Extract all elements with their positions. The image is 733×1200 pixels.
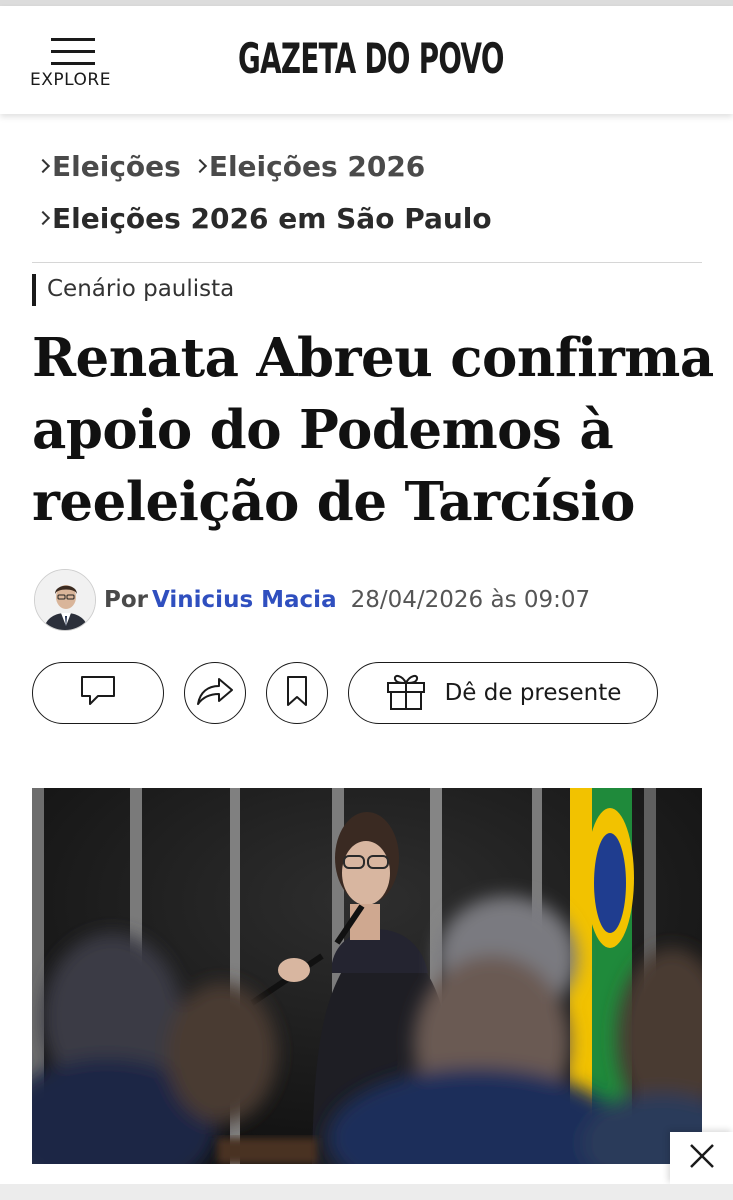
explore-menu-button[interactable]: EXPLORE — [22, 28, 122, 98]
share-button[interactable] — [184, 662, 246, 724]
headline-line: Renata Abreu confirma — [32, 327, 714, 389]
breadcrumb: Eleições Eleições 2026 Eleições 2026 em … — [32, 144, 702, 248]
article-photo — [32, 788, 702, 1164]
breadcrumb-item-eleicoes[interactable]: Eleições — [52, 150, 181, 183]
divider — [32, 262, 702, 263]
share-icon — [195, 675, 235, 712]
headline-line: apoio do Podemos à — [32, 399, 614, 461]
breadcrumb-item-eleicoes-2026[interactable]: Eleições 2026 — [209, 150, 425, 183]
publish-date: 28/04/2026 às 09:07 — [350, 587, 591, 613]
article-headline: Renata Abreu confirma apoio do Podemos à… — [32, 322, 714, 538]
site-header: EXPLORE GAZETA DO POVO — [0, 6, 733, 114]
close-ad-button[interactable] — [670, 1132, 733, 1184]
comment-button[interactable] — [32, 662, 164, 724]
hamburger-icon — [51, 38, 95, 65]
byline: Por Vinicius Macia 28/04/2026 às 09:07 — [104, 587, 590, 613]
gift-label: Dê de presente — [444, 680, 622, 706]
bookmark-button[interactable] — [266, 662, 328, 724]
chevron-right-icon — [189, 144, 209, 188]
close-icon — [688, 1142, 716, 1175]
breadcrumb-row: Eleições Eleições 2026 — [32, 144, 702, 188]
gift-icon — [385, 671, 427, 716]
headline-line: reeleição de Tarcísio — [32, 471, 635, 533]
gift-button[interactable]: Dê de presente — [348, 662, 658, 724]
author-row: Por Vinicius Macia 28/04/2026 às 09:07 — [34, 569, 714, 631]
chevron-right-icon — [32, 196, 52, 240]
author-avatar[interactable] — [34, 569, 96, 631]
byline-prefix: Por — [104, 587, 149, 613]
bookmark-icon — [284, 675, 310, 712]
article-kicker: Cenário paulista — [32, 274, 234, 306]
explore-label: EXPLORE — [30, 70, 111, 90]
author-link[interactable]: Vinicius Macia — [152, 587, 337, 613]
bottom-strip — [0, 1184, 733, 1200]
chevron-right-icon — [32, 144, 52, 188]
site-logo[interactable]: GAZETA DO POVO — [238, 34, 504, 83]
breadcrumb-row: Eleições 2026 em São Paulo — [32, 196, 702, 240]
comment-icon — [80, 675, 116, 712]
breadcrumb-item-sao-paulo[interactable]: Eleições 2026 em São Paulo — [52, 202, 492, 235]
